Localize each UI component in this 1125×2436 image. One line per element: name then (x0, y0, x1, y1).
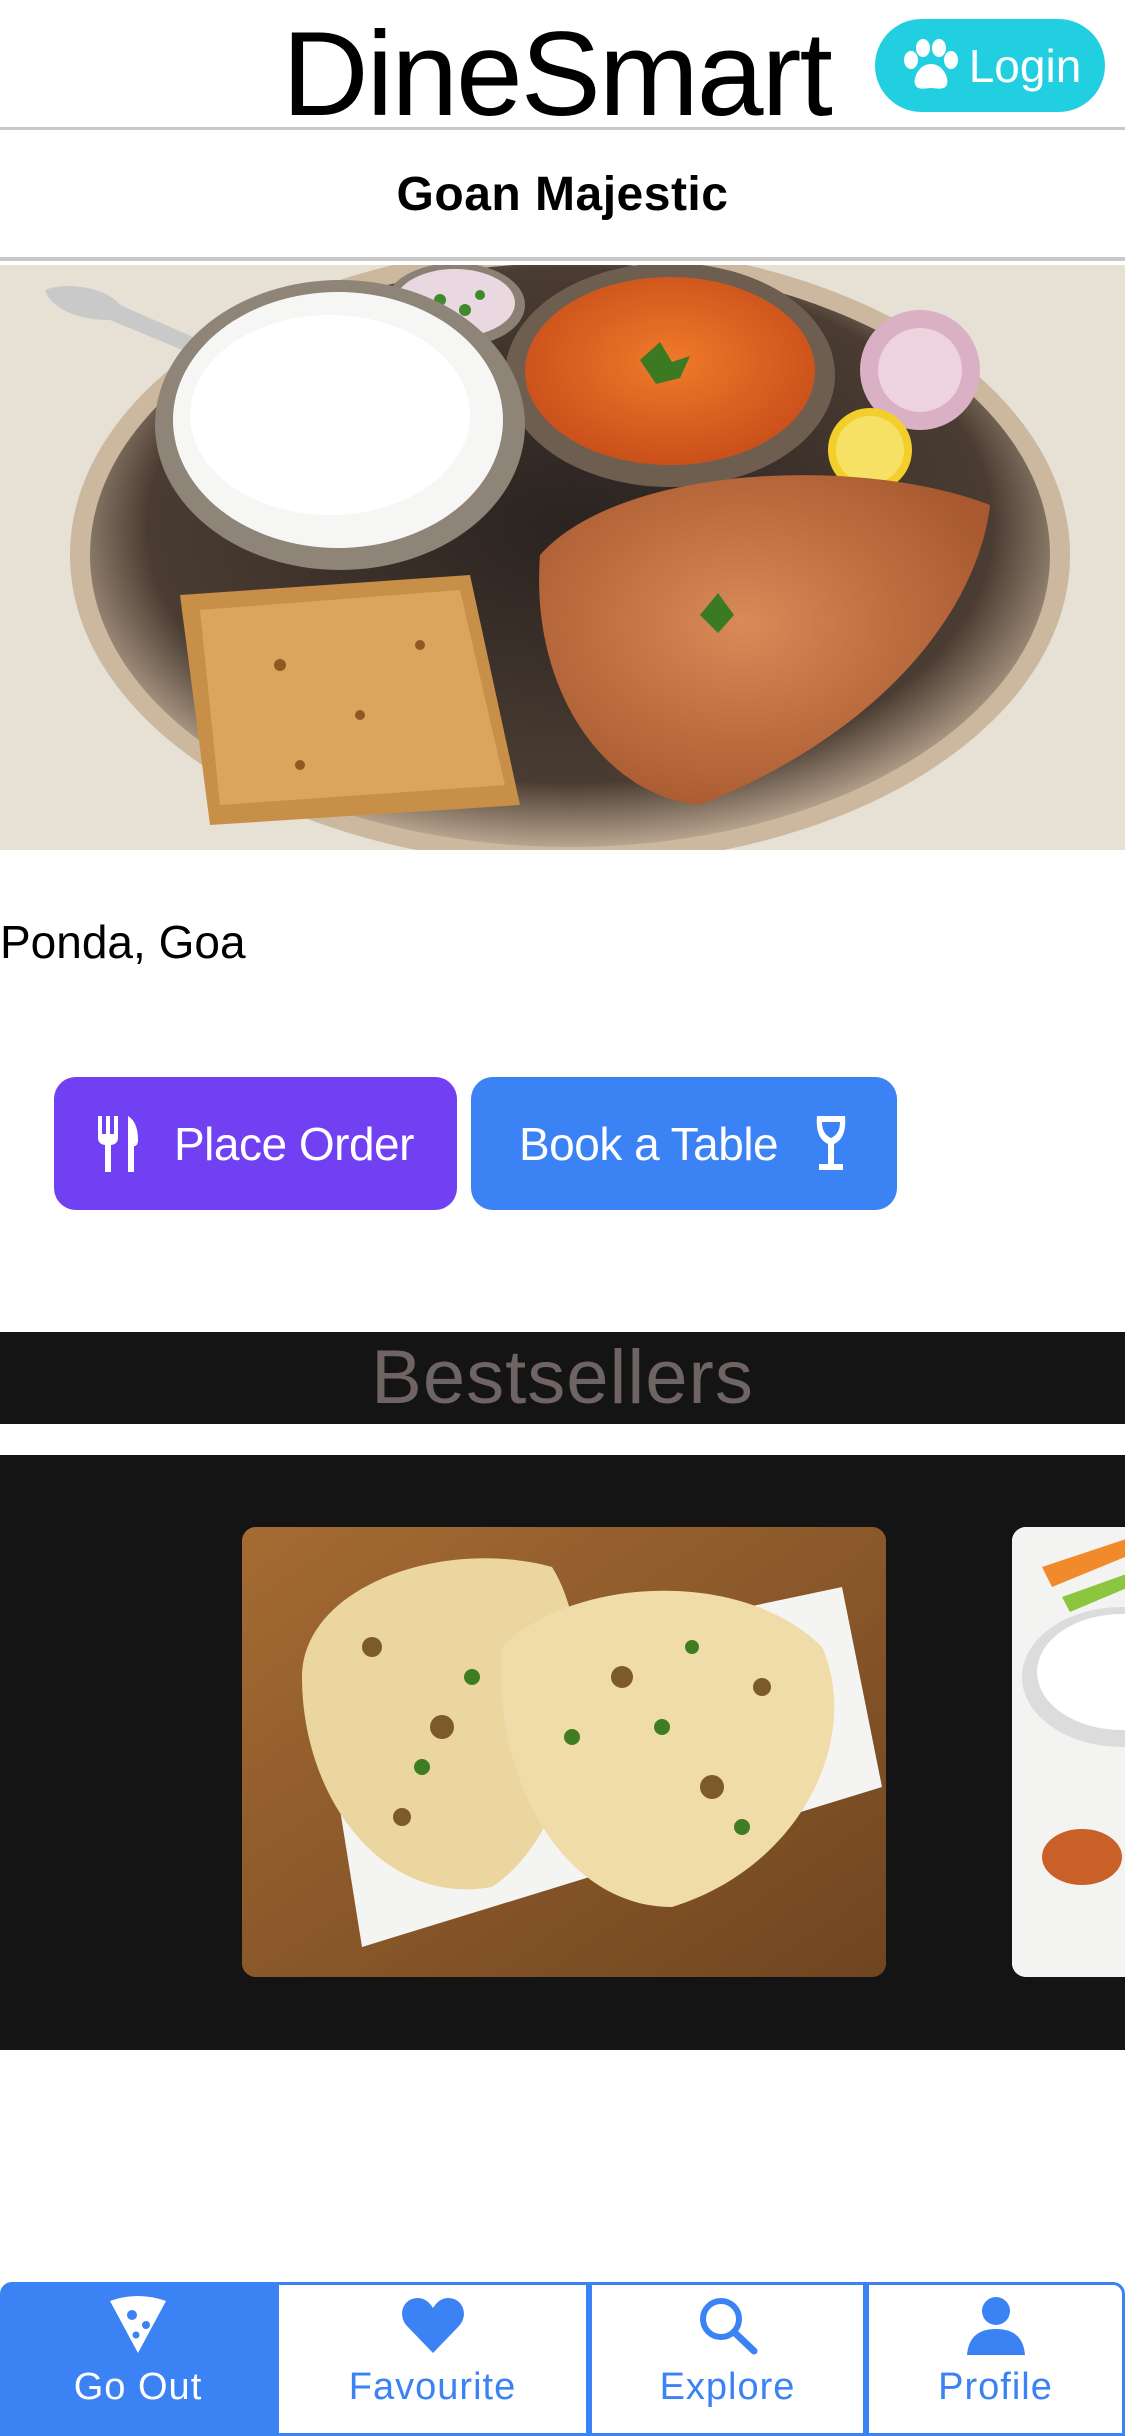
user-icon (966, 2297, 1025, 2355)
thali-plate-illustration (0, 265, 1125, 850)
login-button[interactable]: Login (875, 19, 1105, 112)
bestsellers-header: Bestsellers (0, 1332, 1125, 1424)
fork-knife-icon (98, 1115, 138, 1172)
naan-image (242, 1527, 886, 1977)
bestsellers-title: Bestsellers (371, 1335, 754, 1420)
tab-favourite[interactable]: Favourite (276, 2282, 589, 2436)
dip-bowl-image (1012, 1527, 1125, 1977)
place-order-button[interactable]: Place Order (54, 1077, 457, 1210)
place-order-label: Place Order (174, 1117, 414, 1170)
tab-go-out[interactable]: Go Out (0, 2282, 276, 2436)
bottom-tab-bar: Go Out Favourite Explore Profile (0, 2282, 1125, 2436)
restaurant-name: Goan Majestic (396, 167, 729, 221)
restaurant-location: Ponda, Goa (0, 916, 246, 968)
restaurant-header: Goan Majestic (0, 131, 1125, 261)
tab-explore-label: Explore (659, 2366, 796, 2408)
tab-profile[interactable]: Profile (866, 2282, 1125, 2436)
tab-go-out-label: Go Out (73, 2366, 203, 2408)
restaurant-hero-image (0, 265, 1125, 850)
heart-icon (401, 2298, 464, 2353)
bestsellers-carousel[interactable] (0, 1455, 1125, 2050)
paw-icon (903, 38, 958, 89)
tab-explore[interactable]: Explore (589, 2282, 866, 2436)
wine-glass-icon (816, 1115, 846, 1170)
bestseller-card[interactable] (1012, 1527, 1125, 1977)
login-label: Login (968, 39, 1082, 92)
book-table-button[interactable]: Book a Table (471, 1077, 897, 1210)
bestseller-card[interactable] (242, 1527, 886, 1977)
app-header: DineSmart Login (0, 0, 1125, 134)
search-icon (699, 2298, 757, 2355)
app-title: DineSmart (282, 7, 833, 141)
tab-profile-label: Profile (938, 2366, 1053, 2408)
book-table-label: Book a Table (519, 1117, 779, 1170)
pizza-slice-icon (110, 2296, 166, 2353)
tab-favourite-label: Favourite (348, 2366, 517, 2408)
